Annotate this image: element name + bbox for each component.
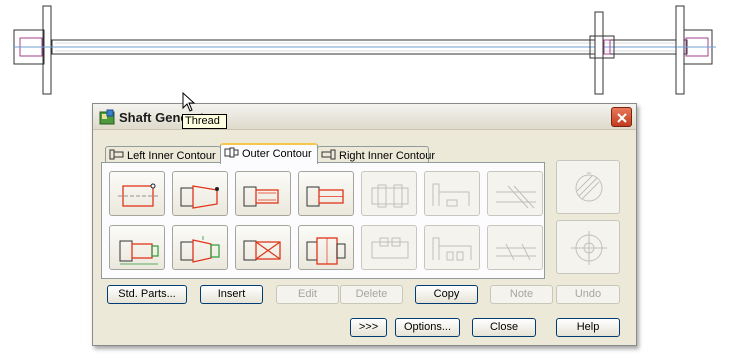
title-bar[interactable]: Shaft Generator — [93, 104, 636, 130]
tab-label: Right Inner Contour — [339, 150, 435, 162]
spline-shaft-icon — [371, 184, 409, 208]
cone-tool-button[interactable] — [172, 171, 228, 216]
note-button[interactable]: Note — [490, 285, 553, 304]
tab-label: Left Inner Contour — [127, 150, 216, 162]
close-window-button[interactable] — [611, 107, 632, 127]
tab-outer-contour[interactable]: Outer Contour — [220, 143, 318, 164]
more-options-button[interactable]: >>> — [350, 318, 387, 337]
delete-button[interactable]: Delete — [340, 285, 403, 304]
chamfer-section-tool-button[interactable] — [172, 225, 228, 270]
hatched-circle-icon — [575, 172, 603, 202]
cone-icon — [180, 185, 219, 209]
polygon-tool-button[interactable] — [487, 171, 543, 216]
key-section-icon — [371, 237, 409, 259]
cylinder-tool-button[interactable] — [109, 171, 165, 216]
chamfer-section-icon — [180, 236, 220, 263]
groove-icon — [432, 183, 470, 207]
edit-button[interactable]: Edit — [276, 285, 339, 304]
cut-icon — [496, 243, 536, 261]
tool-panel — [101, 162, 545, 279]
undo-button[interactable]: Undo — [556, 285, 620, 304]
ring-section-icon — [306, 237, 346, 265]
thread-icon — [243, 186, 279, 207]
right-inner-contour-icon — [321, 149, 336, 160]
wedge-section-icon — [243, 240, 281, 261]
profile-icon — [306, 186, 344, 207]
crosshair-circle-icon — [571, 231, 607, 265]
shaft-generator-dialog: Shaft Generator Left Inner Contour Outer… — [92, 103, 637, 346]
outer-contour-icon — [224, 147, 239, 158]
options-button[interactable]: Options... — [395, 318, 460, 337]
undercut-icon — [432, 237, 472, 261]
close-icon — [617, 113, 627, 123]
spline-shaft-tool-button[interactable] — [361, 171, 417, 216]
shaft-generator-app-icon — [99, 109, 115, 125]
cad-shaft-drawing — [13, 5, 716, 95]
copy-button[interactable]: Copy — [415, 285, 478, 304]
thread-tool-button[interactable] — [235, 171, 291, 216]
circle-center-button[interactable] — [556, 220, 620, 274]
insert-button[interactable]: Insert — [200, 285, 263, 304]
bearing-section-icon — [119, 240, 159, 265]
bearing-section-tool-button[interactable] — [109, 225, 165, 270]
wedge-section-tool-button[interactable] — [235, 225, 291, 270]
profile-tool-button[interactable] — [298, 171, 354, 216]
section-view-button[interactable] — [556, 160, 620, 214]
help-button[interactable]: Help — [556, 318, 620, 337]
tab-label: Outer Contour — [242, 148, 312, 160]
thread-tooltip: Thread — [182, 114, 227, 129]
close-button[interactable]: Close — [472, 318, 536, 337]
ring-section-tool-button[interactable] — [298, 225, 354, 270]
std-parts-button[interactable]: Std. Parts... — [107, 285, 187, 304]
left-inner-contour-icon — [109, 149, 124, 160]
cut-tool-button[interactable] — [487, 225, 543, 270]
mouse-cursor-icon — [182, 92, 196, 112]
cylinder-icon — [118, 183, 158, 207]
polygon-icon — [496, 185, 536, 209]
groove-tool-button[interactable] — [424, 171, 480, 216]
key-section-tool-button[interactable] — [361, 225, 417, 270]
undercut-tool-button[interactable] — [424, 225, 480, 270]
